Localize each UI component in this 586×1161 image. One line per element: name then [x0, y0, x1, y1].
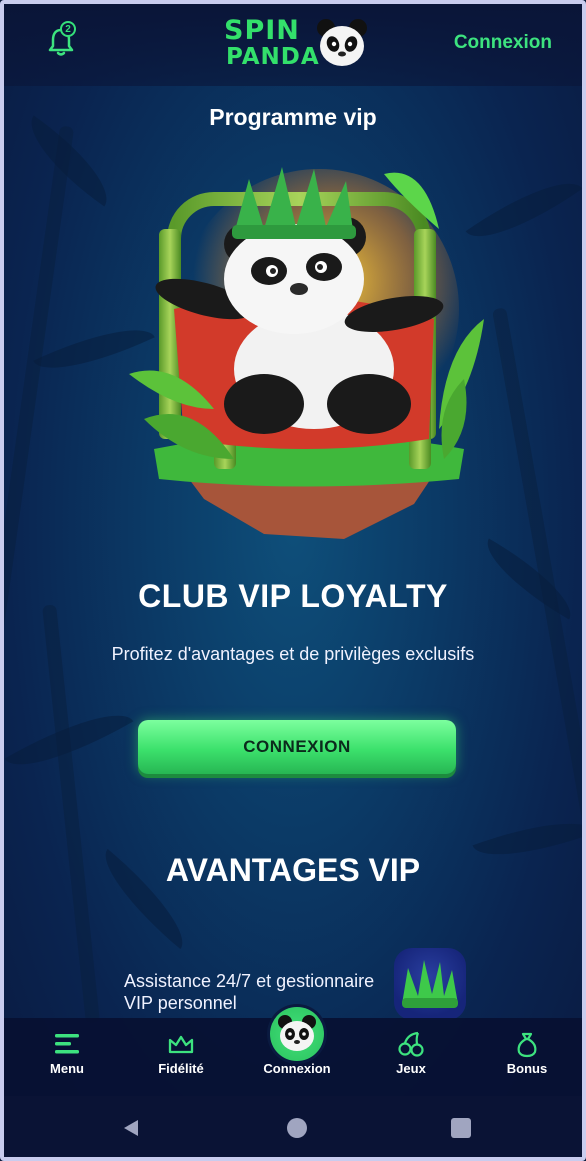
panda-throne-illustration [129, 167, 484, 539]
tab-menu[interactable]: Menu [12, 1018, 122, 1096]
panda-avatar-icon[interactable] [270, 1007, 324, 1061]
club-title: CLUB VIP LOYALTY [138, 578, 448, 614]
home-icon[interactable] [287, 1118, 307, 1138]
tab-jeux[interactable]: Jeux [356, 1018, 466, 1096]
app-screen: 2 SPIN PANDA Connexion Programme vip CLU… [0, 0, 586, 1161]
login-link[interactable]: Connexion [454, 32, 552, 54]
tab-jeux-label: Jeux [396, 1061, 426, 1076]
login-button[interactable]: CONNEXION [138, 720, 456, 774]
panda-logo-icon [317, 19, 367, 66]
feature-text: Assistance 24/7 et gestionnaire VIP pers… [124, 971, 375, 1013]
logo-panda-text: PANDA [226, 44, 320, 70]
crown-icon [168, 1035, 194, 1054]
logo-spin-text: SPIN [224, 15, 300, 46]
vip-advantages-title: AVANTAGES VIP [165, 852, 421, 888]
club-subtitle: Profitez d'avantages et de privilèges ex… [111, 644, 475, 664]
tab-bonus[interactable]: Bonus [472, 1018, 582, 1096]
menu-icon [55, 1034, 79, 1054]
recent-apps-icon[interactable] [451, 1118, 471, 1138]
money-bag-icon [517, 1032, 537, 1058]
cherries-icon [398, 1031, 424, 1057]
system-navigation-bar [4, 1096, 582, 1157]
top-header: 2 SPIN PANDA Connexion [4, 4, 582, 86]
back-icon[interactable] [120, 1117, 142, 1139]
tab-connexion-label: Connexion [263, 1061, 331, 1076]
tab-menu-label: Menu [50, 1061, 84, 1076]
tab-fidelite[interactable]: Fidélité [126, 1018, 236, 1096]
leaf-crown-icon [394, 948, 466, 1020]
tab-bonus-label: Bonus [506, 1061, 548, 1076]
page-title: Programme vip [209, 104, 377, 130]
bamboo-stalk [42, 604, 100, 1024]
spin-panda-logo[interactable]: SPIN PANDA [222, 16, 372, 74]
notification-badge: 2 [60, 21, 76, 37]
tab-fidelite-label: Fidélité [158, 1061, 204, 1076]
bamboo-stalk [4, 125, 75, 643]
